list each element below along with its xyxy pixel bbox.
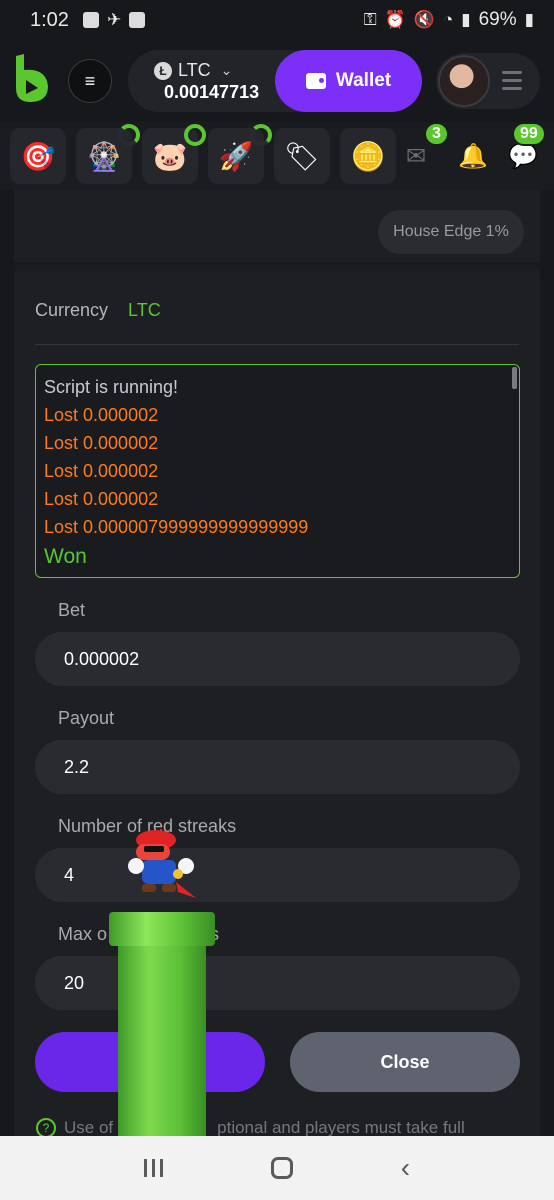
log-line: Won bbox=[44, 545, 87, 568]
wallet-button[interactable]: Wallet bbox=[275, 50, 422, 112]
wallet-icon bbox=[305, 73, 326, 89]
currency-value: LTC bbox=[128, 300, 161, 320]
status-time: 1:02 bbox=[30, 8, 69, 31]
script-log-console[interactable]: Script is running! Lost 0.000002 Lost 0.… bbox=[35, 364, 520, 578]
price-tag-tile[interactable]: 🏷 bbox=[274, 128, 330, 184]
payout-label: Payout bbox=[58, 708, 115, 728]
balance-amount: 0.00147713 bbox=[164, 82, 260, 102]
progress-ring bbox=[184, 124, 206, 146]
disclaimer: ? Use of ptional and players must take fu… bbox=[36, 1118, 465, 1138]
autobet-script-panel: House Edge 1% Currency LTC Script is run… bbox=[14, 190, 540, 1140]
coin-icon: 🪙 bbox=[350, 140, 386, 172]
mail-icon[interactable]: ✉ bbox=[406, 142, 426, 171]
spin-game-tile[interactable]: 🎯 bbox=[10, 128, 66, 184]
profile-group[interactable] bbox=[436, 53, 540, 109]
mute-icon: 🔇 bbox=[413, 10, 435, 29]
android-nav-bar: ‹ bbox=[0, 1136, 554, 1200]
notification-x-icon bbox=[129, 12, 146, 28]
coin-drop-tile[interactable]: 🪙 bbox=[340, 128, 396, 184]
wallet-label: Wallet bbox=[335, 70, 392, 91]
currency-code: LTC bbox=[178, 60, 211, 80]
question-icon: ? bbox=[36, 1118, 56, 1138]
log-line: Lost 0.000007999999999999999 bbox=[44, 517, 309, 537]
list-menu-icon[interactable] bbox=[502, 71, 522, 91]
back-button[interactable]: ‹ bbox=[401, 1152, 410, 1184]
piggy-bank-tile[interactable]: 🐷 bbox=[142, 124, 206, 184]
price-tag-icon: 🏷 bbox=[284, 140, 320, 172]
notification-check-icon bbox=[82, 12, 99, 28]
red-streaks-input[interactable]: 4 bbox=[35, 848, 520, 902]
home-button[interactable] bbox=[270, 1157, 293, 1179]
close-button[interactable]: Close bbox=[290, 1032, 520, 1092]
rocket-icon: 🚀 bbox=[218, 140, 254, 172]
log-line: Lost 0.000002 bbox=[44, 433, 159, 453]
signal-icon: ▮ bbox=[461, 10, 471, 29]
pipe-overlay[interactable] bbox=[118, 944, 206, 1144]
hamburger-menu-button[interactable]: ≡ bbox=[68, 59, 112, 103]
bet-input[interactable]: 0.000002 bbox=[35, 632, 520, 686]
rocket-game-tile[interactable]: 🚀 bbox=[208, 124, 272, 184]
currency-label: Currency bbox=[35, 300, 109, 320]
close-label: Close bbox=[380, 1051, 430, 1072]
mascot-icon[interactable] bbox=[122, 826, 202, 906]
piggy-bank-icon: 🐷 bbox=[152, 140, 188, 172]
battery-percent: 69% bbox=[478, 9, 517, 30]
wheel-game-tile[interactable]: 🎡 bbox=[76, 124, 140, 184]
key-icon: ⚿ bbox=[363, 10, 377, 29]
chat-icon[interactable]: 💬 bbox=[508, 142, 538, 171]
pipe-cap[interactable] bbox=[109, 912, 215, 946]
notification-pin-icon: ✈ bbox=[106, 10, 122, 29]
battery-icon: ▮ bbox=[524, 10, 534, 29]
wifi-icon: ◔ bbox=[442, 10, 454, 29]
log-line: Script is running! bbox=[44, 377, 179, 397]
console-scrollbar[interactable] bbox=[512, 367, 517, 389]
bc-logo-icon[interactable] bbox=[12, 54, 52, 104]
chat-badge: 99 bbox=[512, 122, 546, 146]
bet-label: Bet bbox=[58, 600, 86, 620]
litecoin-icon: Ł bbox=[154, 61, 172, 80]
status-bar: 1:02 ✈ ⚿ ⏰ 🔇 ◔ ▮ 69% ▮ bbox=[0, 0, 554, 40]
divider bbox=[35, 344, 519, 345]
progress-ring bbox=[250, 124, 272, 146]
mail-badge: 3 bbox=[424, 122, 449, 146]
max-input[interactable]: 20 bbox=[35, 956, 520, 1010]
log-line: Lost 0.000002 bbox=[44, 405, 159, 425]
alarm-icon: ⏰ bbox=[384, 10, 406, 29]
log-line: Lost 0.000002 bbox=[44, 461, 159, 481]
menu-icon: ≡ bbox=[84, 70, 96, 91]
recent-apps-button[interactable] bbox=[143, 1159, 163, 1177]
wheel-icon: 🎡 bbox=[86, 140, 122, 172]
currency-row: Currency LTC bbox=[35, 300, 161, 321]
payout-input[interactable]: 2.2 bbox=[35, 740, 520, 794]
avatar[interactable] bbox=[438, 55, 490, 107]
game-shortcut-strip: 🎯 🎡 🐷 🚀 🏷 🪙 ✉ 3 🔔 💬 99 bbox=[0, 122, 554, 190]
bell-icon[interactable]: 🔔 bbox=[458, 142, 488, 171]
chevron-down-icon: ⌄ bbox=[220, 62, 233, 78]
target-icon: 🎯 bbox=[20, 140, 56, 172]
log-line: Lost 0.000002 bbox=[44, 489, 159, 509]
progress-ring bbox=[118, 124, 140, 146]
house-edge-badge[interactable]: House Edge 1% bbox=[378, 210, 524, 254]
